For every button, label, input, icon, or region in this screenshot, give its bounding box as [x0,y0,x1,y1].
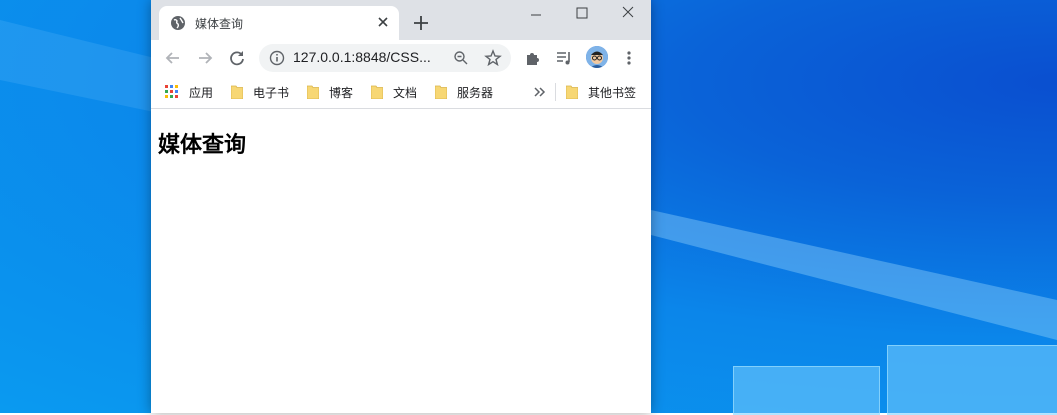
bookmarks-divider [555,83,556,101]
back-icon[interactable] [163,48,183,68]
media-icon[interactable] [554,48,574,68]
url-text[interactable]: 127.0.0.1:8848/CSS... [293,49,431,65]
bookmark-ebooks[interactable]: 电子书 [231,82,289,102]
bookmarks-bar: 应用 电子书 博客 文档 服务器 其他书签 [151,76,651,109]
bookmark-label: 博客 [329,85,354,100]
extensions-icon[interactable] [523,48,543,68]
bookmark-label: 应用 [189,85,214,100]
zoom-icon[interactable] [453,50,469,66]
window-close-icon[interactable] [605,4,651,24]
folder-icon [231,85,243,99]
chevron-double-right-icon[interactable] [533,84,547,100]
forward-icon[interactable] [195,48,215,68]
address-bar[interactable]: 127.0.0.1:8848/CSS... [259,44,511,72]
folder-icon [435,85,447,99]
more-icon[interactable] [619,48,639,68]
browser-window: 媒体查询 127.0.0.1:8848/CSS... 应用 电子书 博客 文档 … [151,0,651,413]
maximize-icon[interactable] [559,4,605,24]
globe-icon [171,16,185,30]
apps-icon [165,85,178,98]
bookmark-label: 电子书 [253,85,290,100]
bookmark-apps[interactable]: 应用 [165,82,213,102]
bookmark-other[interactable]: 其他书签 [566,82,636,102]
avatar[interactable] [586,46,608,68]
info-icon[interactable] [269,50,285,66]
folder-icon [371,85,383,99]
star-icon[interactable] [484,49,502,67]
close-icon[interactable] [375,14,391,30]
bookmark-docs[interactable]: 文档 [371,82,417,102]
page-content: 媒体查询 [151,109,651,413]
bookmark-server[interactable]: 服务器 [435,82,493,102]
folder-icon [307,85,319,99]
browser-tab[interactable]: 媒体查询 [159,6,399,40]
plus-icon[interactable] [410,12,432,34]
tab-title: 媒体查询 [195,17,244,31]
bookmark-label: 其他书签 [588,85,637,100]
bookmark-label: 文档 [393,85,418,100]
page-heading: 媒体查询 [158,133,247,158]
reload-icon[interactable] [227,48,247,68]
bookmark-blog[interactable]: 博客 [307,82,353,102]
tab-strip: 媒体查询 [151,0,651,40]
browser-toolbar: 127.0.0.1:8848/CSS... [151,40,651,76]
minimize-icon[interactable] [513,4,559,24]
folder-icon [566,85,578,99]
bookmark-label: 服务器 [457,85,494,100]
